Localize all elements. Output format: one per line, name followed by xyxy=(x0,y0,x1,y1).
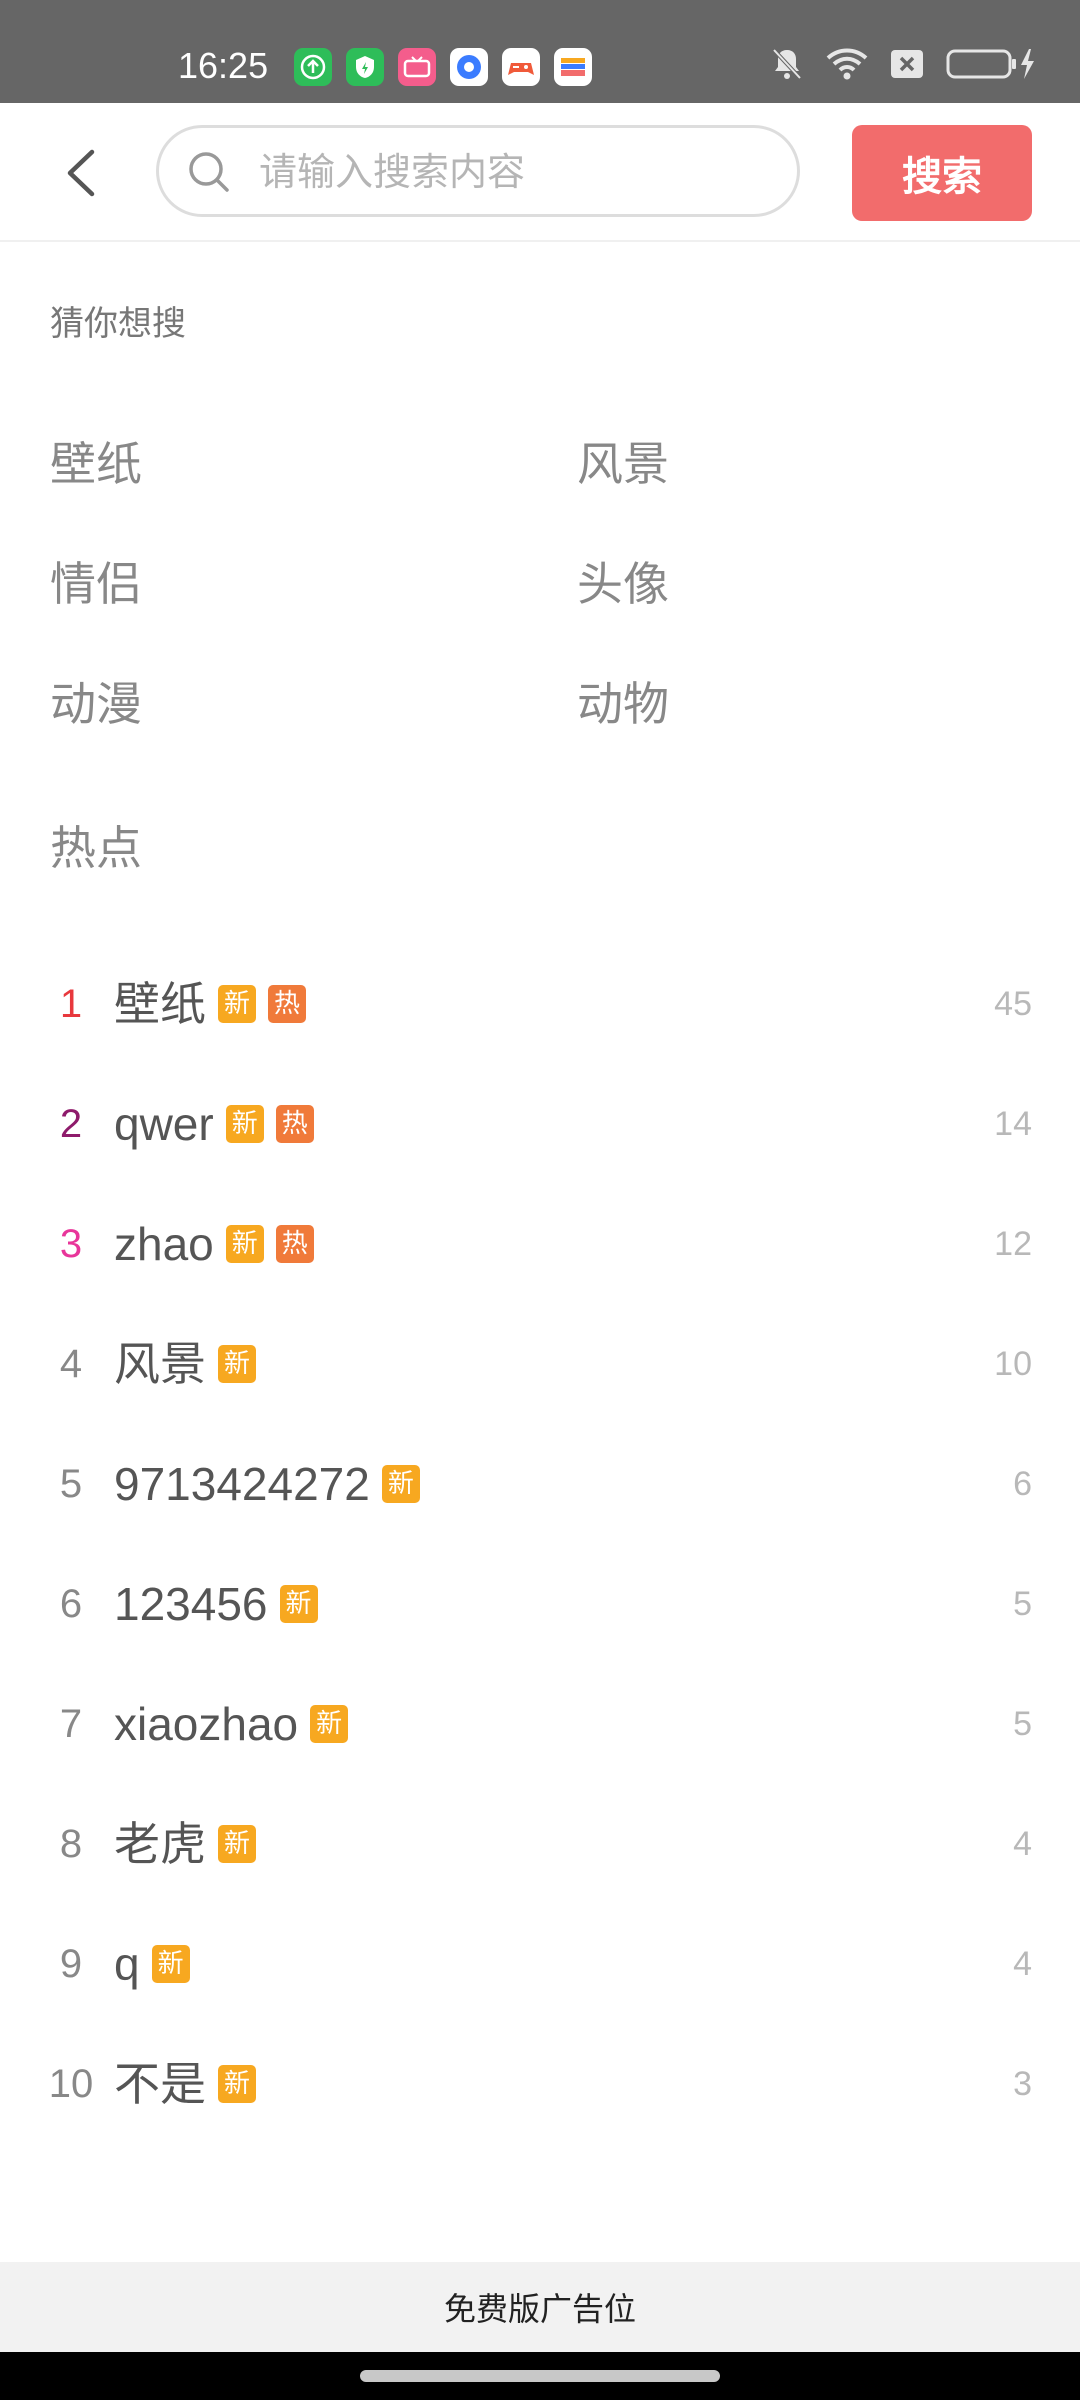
new-badge: 新 xyxy=(218,1825,256,1863)
back-button[interactable] xyxy=(48,141,112,205)
hot-list-item[interactable]: 10 不是 新 3 xyxy=(0,2040,1080,2140)
hot-rank: 9 xyxy=(59,1942,83,1986)
new-badge: 新 xyxy=(381,1465,420,1503)
search-button[interactable]: 搜索 xyxy=(852,125,1032,221)
search-header: 搜索 xyxy=(0,103,1080,242)
new-badge: 新 xyxy=(218,1345,256,1383)
hot-term-text: zhao xyxy=(114,1218,214,1270)
ring-app-icon xyxy=(450,48,488,86)
hot-count: 4 xyxy=(1013,1825,1032,1863)
suggest-title: 猜你想搜 xyxy=(50,304,186,344)
hot-term: 风景 新 xyxy=(114,1328,256,1400)
hot-rank: 4 xyxy=(59,1342,83,1386)
wifi-icon xyxy=(826,47,868,85)
mute-icon xyxy=(770,46,804,86)
hot-badge: 热 xyxy=(268,985,306,1023)
hot-list-item[interactable]: 2 qwer 新 热 14 xyxy=(0,1080,1080,1180)
hot-term-text: xiaozhao xyxy=(114,1698,299,1750)
hot-term-text: 风景 xyxy=(114,1338,206,1390)
hot-term-text: 老虎 xyxy=(114,1818,206,1870)
hot-count: 6 xyxy=(1013,1465,1032,1503)
hot-count: 45 xyxy=(994,985,1032,1023)
new-badge: 新 xyxy=(279,1585,318,1623)
suggest-item[interactable]: 风景 xyxy=(577,432,669,496)
hot-count: 5 xyxy=(1013,1585,1032,1623)
new-badge: 新 xyxy=(225,1105,264,1143)
suggest-item[interactable]: 情侣 xyxy=(50,552,142,616)
new-badge: 新 xyxy=(218,985,256,1023)
hot-term: 9713424272 新 xyxy=(114,1448,420,1520)
home-gesture-handle[interactable] xyxy=(360,2370,720,2382)
hot-rank: 1 xyxy=(59,982,83,1026)
shield-app-icon xyxy=(346,48,384,86)
hot-count: 12 xyxy=(994,1225,1032,1263)
hot-badge: 热 xyxy=(275,1105,314,1143)
new-badge: 新 xyxy=(218,2065,256,2103)
hot-count: 5 xyxy=(1013,1705,1032,1743)
system-nav-bar xyxy=(0,2352,1080,2400)
hot-term-text: 不是 xyxy=(114,2058,206,2110)
hot-rank: 2 xyxy=(59,1102,83,1146)
hot-list-item[interactable]: 5 9713424272 新 6 xyxy=(0,1440,1080,1540)
hot-count: 4 xyxy=(1013,1945,1032,1983)
battery-icon xyxy=(946,47,1038,85)
hot-term: qwer 新 热 xyxy=(114,1088,314,1160)
ad-banner[interactable]: 免费版广告位 xyxy=(0,2262,1080,2352)
upload-app-icon xyxy=(294,48,332,86)
hot-term-text: q xyxy=(114,1938,140,1990)
hot-rank: 8 xyxy=(59,1822,83,1866)
hot-term-text: 壁纸 xyxy=(114,978,206,1030)
hot-list-item[interactable]: 4 风景 新 10 xyxy=(0,1320,1080,1420)
no-sim-icon xyxy=(890,49,924,83)
hot-count: 10 xyxy=(994,1345,1032,1383)
status-time: 16:25 xyxy=(178,45,269,86)
hot-term: 壁纸 新 热 xyxy=(114,968,306,1040)
new-badge: 新 xyxy=(151,1945,190,1983)
hot-term-text: 123456 xyxy=(114,1578,268,1630)
search-box[interactable] xyxy=(156,125,800,217)
hot-term: q 新 xyxy=(114,1928,190,2000)
status-app-icons xyxy=(294,48,592,86)
hot-rank: 3 xyxy=(59,1222,83,1266)
hot-list-item[interactable]: 9 q 新 4 xyxy=(0,1920,1080,2020)
hot-list-item[interactable]: 3 zhao 新 热 12 xyxy=(0,1200,1080,1300)
hot-list-item[interactable]: 7 xiaozhao 新 5 xyxy=(0,1680,1080,1780)
wallet-app-icon xyxy=(554,48,592,86)
status-indicators xyxy=(770,46,1038,86)
search-icon xyxy=(189,152,229,192)
suggest-item[interactable]: 动漫 xyxy=(50,672,142,736)
new-badge: 新 xyxy=(310,1705,349,1743)
hot-term: 123456 新 xyxy=(114,1568,318,1640)
hot-count: 14 xyxy=(994,1105,1032,1143)
hot-list-item[interactable]: 6 123456 新 5 xyxy=(0,1560,1080,1660)
hot-rank: 7 xyxy=(59,1702,83,1746)
hot-count: 3 xyxy=(1013,2065,1032,2103)
suggest-item[interactable]: 动物 xyxy=(577,672,669,736)
ad-text: 免费版广告位 xyxy=(443,2290,636,2328)
hot-term-text: 9713424272 xyxy=(114,1458,370,1510)
status-bar: 16:25 xyxy=(0,0,1080,103)
hot-term-text: qwer xyxy=(114,1098,214,1150)
hot-rank: 6 xyxy=(59,1582,83,1626)
bilibili-app-icon xyxy=(398,48,436,86)
hot-rank: 10 xyxy=(48,2062,94,2106)
search-input[interactable] xyxy=(257,128,781,216)
hot-list-item[interactable]: 8 老虎 新 4 xyxy=(0,1800,1080,1900)
hot-badge: 热 xyxy=(275,1225,314,1263)
hot-title: 热点 xyxy=(50,821,142,875)
hot-rank: 5 xyxy=(59,1462,83,1506)
hot-term: xiaozhao 新 xyxy=(114,1688,349,1760)
new-badge: 新 xyxy=(225,1225,264,1263)
game-app-icon xyxy=(502,48,540,86)
suggest-item[interactable]: 壁纸 xyxy=(50,432,142,496)
hot-list-item[interactable]: 1 壁纸 新 热 45 xyxy=(0,960,1080,1060)
hot-term: 老虎 新 xyxy=(114,1808,256,1880)
back-arrow-icon xyxy=(67,149,95,197)
hot-term: zhao 新 热 xyxy=(114,1208,314,1280)
hot-term: 不是 新 xyxy=(114,2048,256,2120)
suggest-item[interactable]: 头像 xyxy=(577,552,669,616)
